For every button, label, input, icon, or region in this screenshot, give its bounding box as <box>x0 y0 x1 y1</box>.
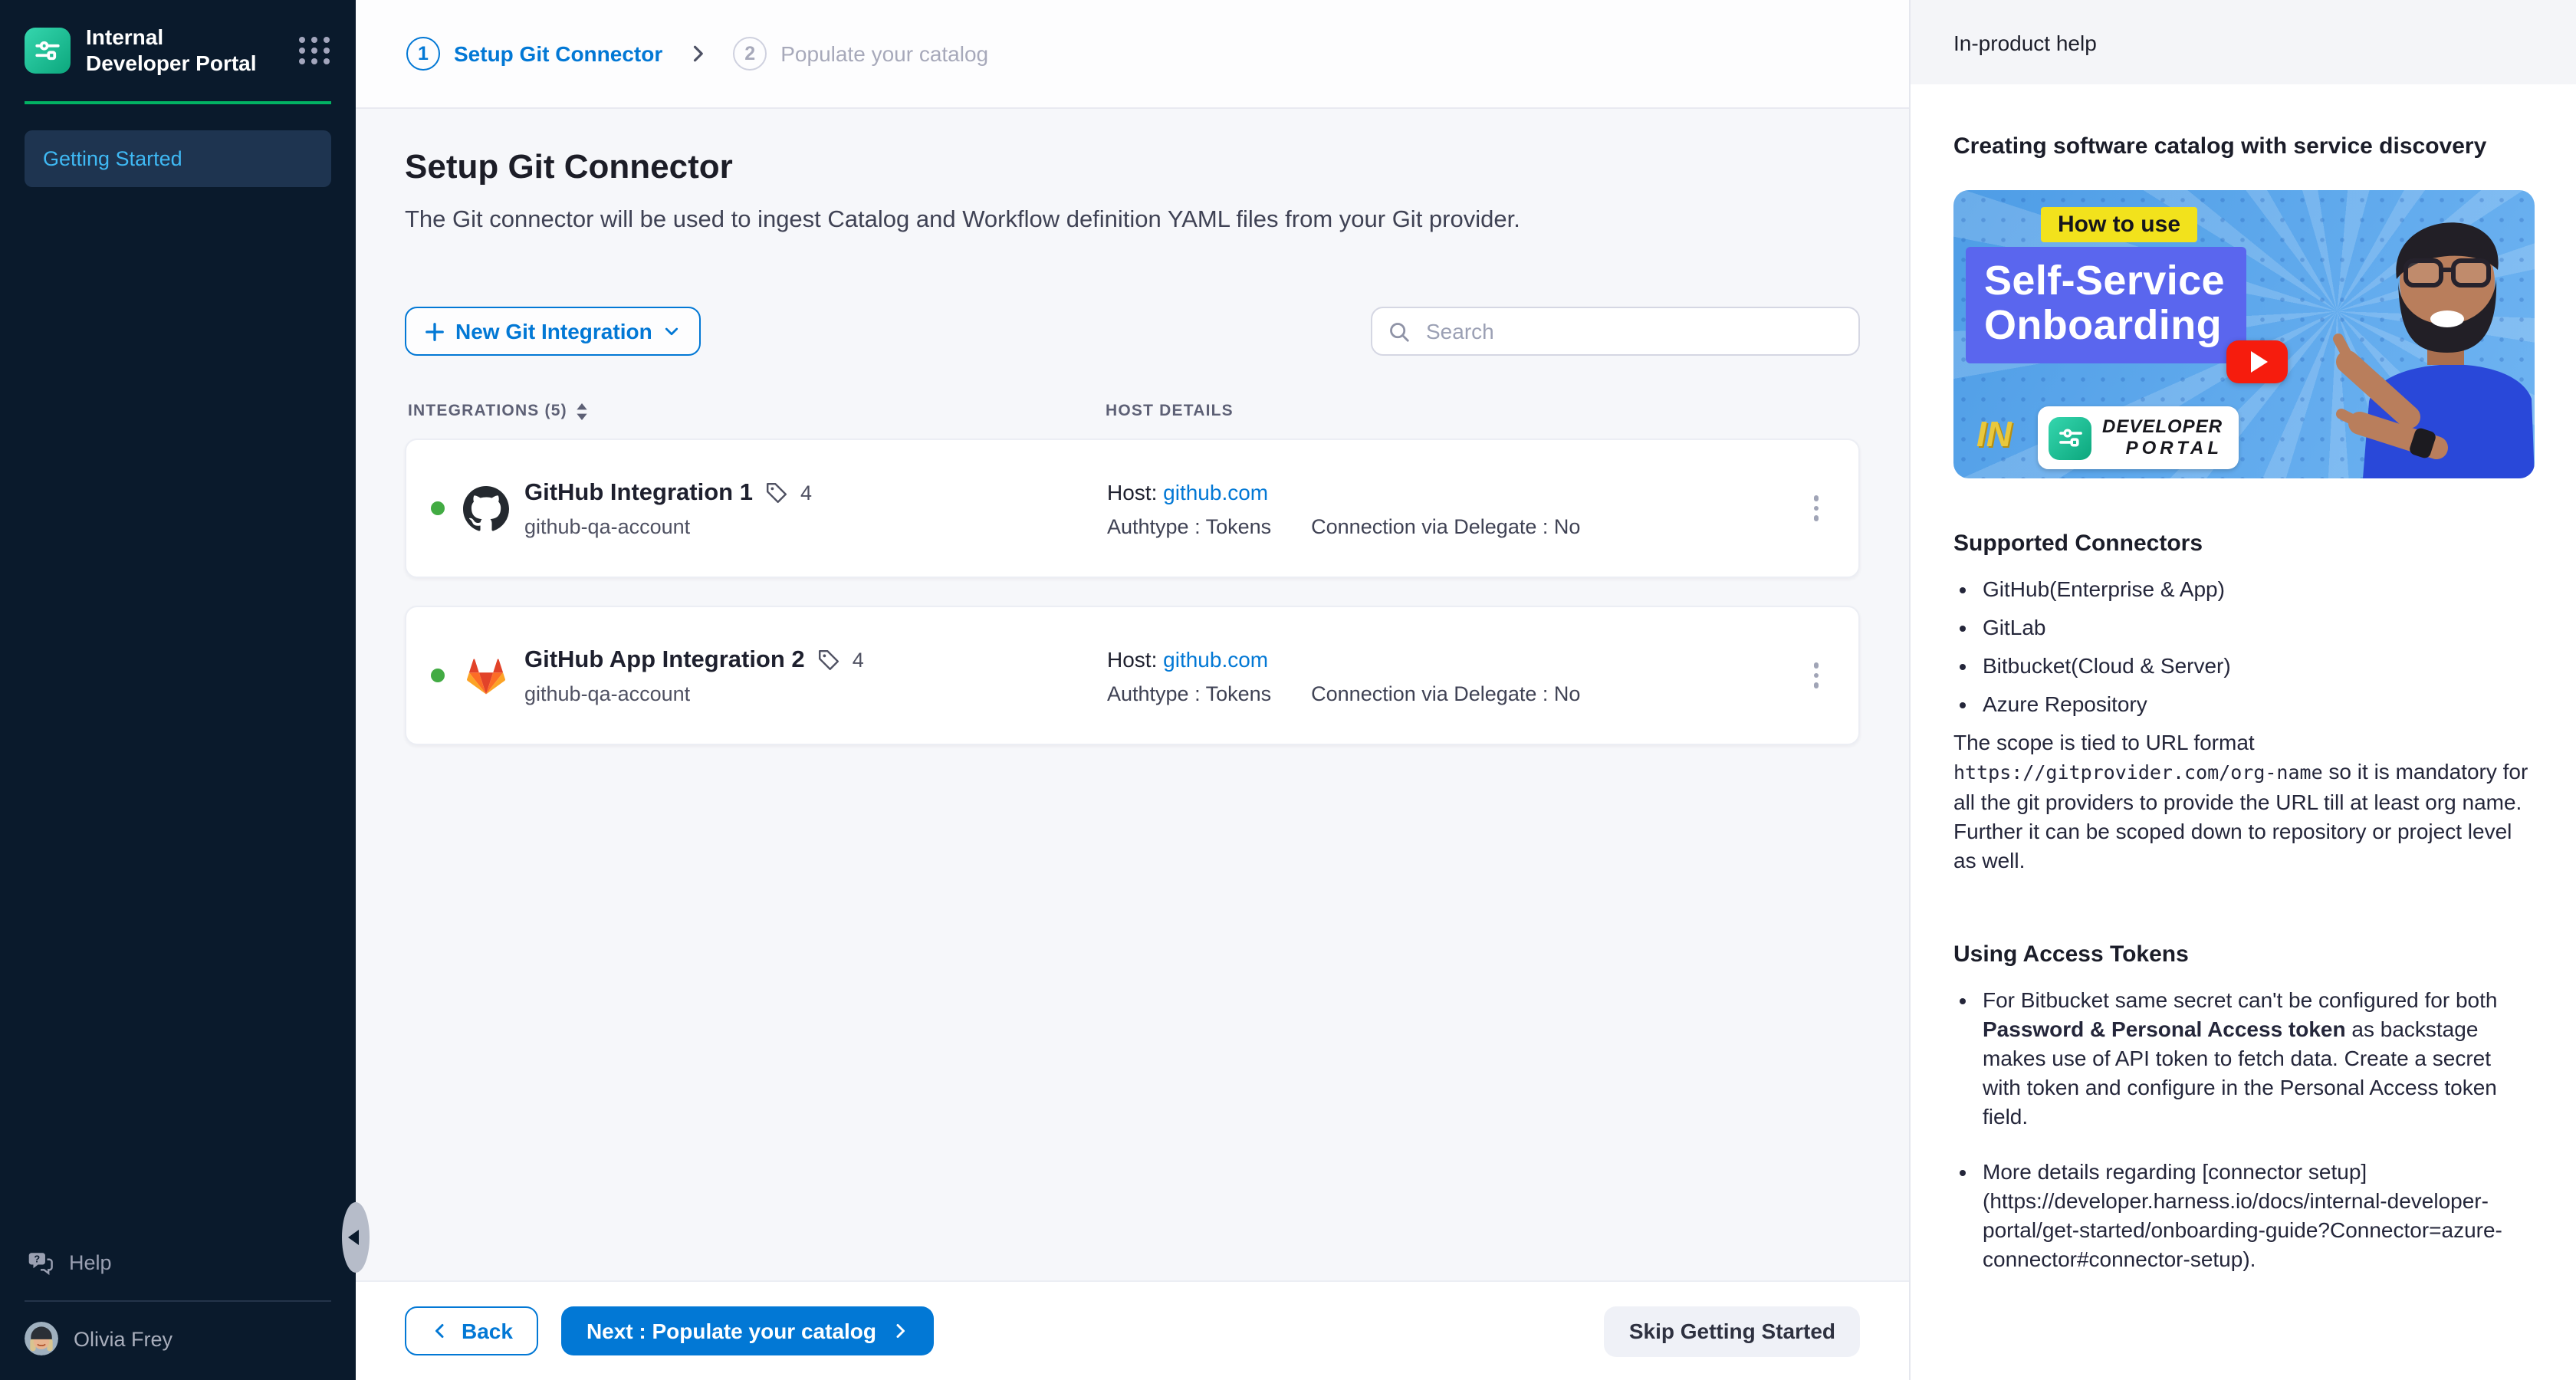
next-label: Next : Populate your catalog <box>586 1319 876 1343</box>
sidebar: Internal Developer Portal Getting Starte… <box>0 0 356 1380</box>
new-git-integration-label: New Git Integration <box>455 319 652 343</box>
video-title: Creating software catalog with service d… <box>1953 133 2533 159</box>
integration-rows: GitHub Integration 14github-qa-accountHo… <box>405 439 1860 745</box>
video-thumbnail[interactable]: How to use Self-Service Onboarding IN <box>1953 190 2535 478</box>
kebab-menu-icon[interactable] <box>1804 487 1828 531</box>
user-name: Olivia Frey <box>74 1327 172 1350</box>
idp-logo-icon <box>25 28 71 74</box>
page-content: Setup Git Connector The Git connector wi… <box>356 109 1909 1280</box>
idp-logo-icon <box>2049 416 2091 459</box>
kebab-menu-icon[interactable] <box>1804 654 1828 698</box>
step-label: Setup Git Connector <box>454 41 662 66</box>
back-button[interactable]: Back <box>405 1306 539 1355</box>
status-dot <box>431 669 445 682</box>
user-menu[interactable]: Olivia Frey <box>0 1302 356 1380</box>
help-chat-icon: ? <box>28 1250 54 1276</box>
column-integrations: INTEGRATIONS (5) <box>408 402 567 420</box>
integration-name[interactable]: GitHub Integration 1 <box>524 479 753 507</box>
skip-getting-started-button[interactable]: Skip Getting Started <box>1605 1306 1860 1356</box>
next-button[interactable]: Next : Populate your catalog <box>562 1306 933 1355</box>
play-button-icon[interactable] <box>2226 340 2288 383</box>
wizard-footer: Back Next : Populate your catalog Skip G… <box>356 1280 1909 1380</box>
sidebar-item-getting-started[interactable]: Getting Started <box>25 130 331 187</box>
integration-account: github-qa-account <box>524 682 1107 705</box>
sidebar-header: Internal Developer Portal <box>0 0 356 95</box>
svg-text:?: ? <box>34 1253 40 1264</box>
step-number: 2 <box>733 37 767 71</box>
chevron-down-icon <box>663 322 682 340</box>
help-bullet: GitLab <box>1983 613 2533 642</box>
in-product-help-panel: In-product help Creating software catalo… <box>1909 0 2576 1380</box>
help-bullet: For Bitbucket same secret can't be confi… <box>1983 985 2533 1131</box>
help-section-heading: Supported Connectors <box>1953 531 2533 557</box>
tag-count: 4 <box>800 481 812 504</box>
github-icon <box>463 485 509 531</box>
authtype-text: Authtype : Tokens <box>1107 682 1271 705</box>
video-badge: How to use <box>2041 207 2197 242</box>
app-window: Internal Developer Portal Getting Starte… <box>0 0 2576 1380</box>
column-host-details: HOST DETAILS <box>1106 402 1234 420</box>
brand-accent-rule <box>25 101 331 104</box>
delegate-text: Connection via Delegate : No <box>1311 514 1580 537</box>
avatar <box>25 1322 58 1355</box>
integration-row[interactable]: GitHub App Integration 2 4 github-qa-accou… <box>405 606 1860 745</box>
host-link[interactable]: github.com <box>1163 646 1268 671</box>
sort-icon[interactable] <box>575 402 589 419</box>
tag-icon <box>765 481 788 504</box>
integration-row[interactable]: GitHub Integration 1 4 github-qa-accountHo… <box>405 439 1860 578</box>
integration-account: github-qa-account <box>524 514 1107 537</box>
host-label: Host: <box>1107 479 1157 504</box>
wizard-stepper: 1 Setup Git Connector 2 Populate your ca… <box>356 0 1909 109</box>
help-bullet: Azure Repository <box>1983 690 2533 719</box>
video-brand-badge: DEVELOPER PORTAL <box>2038 406 2238 469</box>
search-input-wrapper <box>1371 307 1860 356</box>
step-label: Populate your catalog <box>780 41 988 66</box>
search-input[interactable] <box>1423 317 1843 345</box>
new-git-integration-button[interactable]: New Git Integration <box>405 307 702 356</box>
main-area: 1 Setup Git Connector 2 Populate your ca… <box>356 0 1909 1380</box>
help-section: Using Access Tokens For Bitbucket same se… <box>1953 941 2533 1274</box>
authtype-text: Authtype : Tokens <box>1107 514 1271 537</box>
help-bullet: GitHub(Enterprise & App) <box>1983 575 2533 604</box>
help-section: Supported Connectors GitHub(Enterprise & … <box>1953 531 2533 876</box>
help-section-heading: Using Access Tokens <box>1953 941 2533 967</box>
host-label: Host: <box>1107 646 1157 671</box>
help-menu-item[interactable]: ? Help <box>0 1250 356 1276</box>
page-title: Setup Git Connector <box>405 147 1860 187</box>
table-header: INTEGRATIONS (5) HOST DETAILS <box>405 402 1860 420</box>
chevron-left-icon <box>431 1322 449 1340</box>
presenter-illustration <box>2302 190 2535 478</box>
status-dot <box>431 501 445 515</box>
delegate-text: Connection via Delegate : No <box>1311 682 1580 705</box>
help-paragraph: The scope is tied to URL format https://… <box>1953 728 2533 876</box>
step-populate-your-catalog[interactable]: 2 Populate your catalog <box>733 37 988 71</box>
app-title: Internal Developer Portal <box>86 25 273 77</box>
gitlab-icon <box>463 652 509 698</box>
step-setup-git-connector[interactable]: 1 Setup Git Connector <box>406 37 662 71</box>
chevron-right-icon <box>687 43 708 64</box>
collapse-sidebar-icon[interactable] <box>342 1202 370 1273</box>
help-bullet: Bitbucket(Cloud & Server) <box>1983 652 2533 681</box>
step-number: 1 <box>406 37 440 71</box>
search-icon <box>1388 320 1411 343</box>
chevron-right-icon <box>890 1322 909 1340</box>
tag-count: 4 <box>853 649 864 672</box>
back-label: Back <box>462 1319 513 1343</box>
help-label: Help <box>69 1251 112 1274</box>
page-description: The Git connector will be used to ingest… <box>405 207 1860 235</box>
help-bullet: More details regarding [connector setup]… <box>1983 1158 2533 1274</box>
host-link[interactable]: github.com <box>1163 479 1268 504</box>
help-panel-header: In-product help <box>1911 0 2576 84</box>
video-in-text: IN <box>1976 414 2012 455</box>
tag-icon <box>817 649 840 672</box>
plus-icon <box>425 321 445 341</box>
help-panel-title: In-product help <box>1953 30 2097 54</box>
integration-name[interactable]: GitHub App Integration 2 <box>524 646 805 674</box>
apps-grid-icon[interactable] <box>299 37 331 64</box>
video-headline: Self-Service Onboarding <box>1966 247 2246 363</box>
